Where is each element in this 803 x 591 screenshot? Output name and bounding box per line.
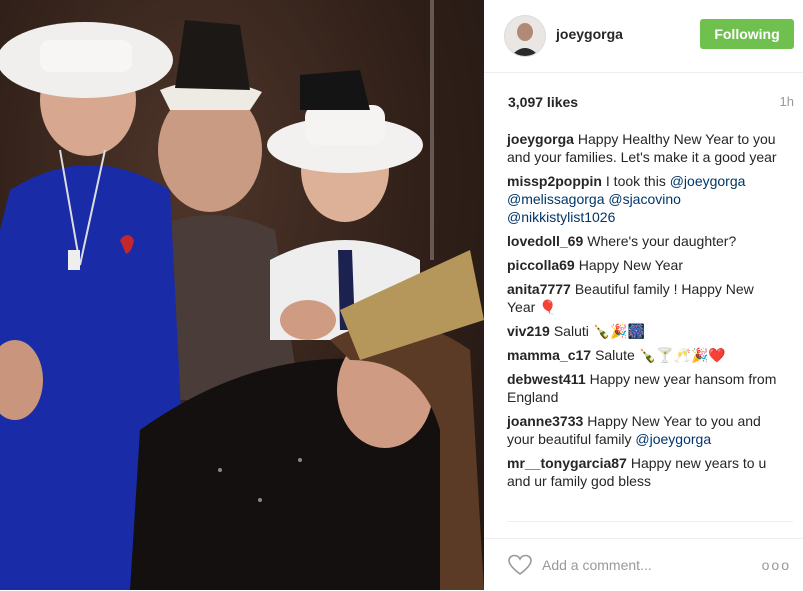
heart-icon-graphic: [508, 554, 532, 576]
comment-username[interactable]: viv219: [507, 323, 550, 339]
comment-item: mamma_c17 Salute 🍾🍸🥂🎉❤️: [507, 346, 779, 364]
post-sidebar: joeygorga Following 3,097 likes 1h joeyg…: [484, 0, 803, 590]
photo-illustration: [0, 0, 484, 590]
comment-username[interactable]: mamma_c17: [507, 347, 591, 363]
comment-username[interactable]: missp2poppin: [507, 173, 602, 189]
comment-username[interactable]: piccolla69: [507, 257, 575, 273]
comment-text: I took this: [605, 173, 670, 189]
avatar[interactable]: [504, 15, 546, 57]
comment-username[interactable]: anita7777: [507, 281, 571, 297]
more-options-icon[interactable]: ooo: [762, 557, 791, 573]
comment-item: joanne3733 Happy New Year to you and your…: [507, 412, 779, 448]
post-photo[interactable]: [0, 0, 484, 590]
comment-item: lovedoll_69 Where's your daughter?: [507, 232, 779, 250]
comment-item: missp2poppin I took this @joeygorga @meli…: [507, 172, 779, 226]
post-time[interactable]: 1h: [780, 94, 794, 109]
comment-text: Saluti 🍾🎉🎆: [553, 323, 646, 339]
comment-footer: Add a comment... ooo: [484, 538, 803, 591]
comment-list: joeygorga Happy Healthy New Year to you a…: [507, 130, 779, 496]
comment-username[interactable]: joanne3733: [507, 413, 583, 429]
comment-item: debwest411 Happy new year hansom from Eng…: [507, 370, 779, 406]
comment-username[interactable]: lovedoll_69: [507, 233, 583, 249]
comment-username[interactable]: joeygorga: [507, 131, 574, 147]
comment-item: joeygorga Happy Healthy New Year to you a…: [507, 130, 779, 166]
username-link[interactable]: joeygorga: [556, 26, 623, 42]
add-comment-input[interactable]: Add a comment...: [542, 557, 652, 573]
avatar-image: [505, 16, 545, 56]
heart-icon[interactable]: [508, 554, 532, 576]
comment-list-divider: [507, 521, 793, 530]
comment-item: anita7777 Beautiful family ! Happy New Ye…: [507, 280, 779, 316]
comment-text: Where's your daughter?: [587, 233, 737, 249]
comment-item: piccolla69 Happy New Year: [507, 256, 779, 274]
comment-username[interactable]: mr__tonygarcia87: [507, 455, 627, 471]
likes-count[interactable]: 3,097 likes: [508, 94, 578, 110]
comment-text: Happy New Year: [578, 257, 683, 273]
comment-item: mr__tonygarcia87 Happy new years to u and…: [507, 454, 779, 490]
comment-username[interactable]: debwest411: [507, 371, 586, 387]
following-button[interactable]: Following: [700, 19, 794, 49]
post-header: joeygorga Following: [484, 0, 803, 73]
comment-mentions[interactable]: @joeygorga: [635, 431, 711, 447]
comment-text: Salute 🍾🍸🥂🎉❤️: [595, 347, 726, 363]
comment-item: viv219 Saluti 🍾🎉🎆: [507, 322, 779, 340]
post-meta: 3,097 likes 1h: [508, 94, 794, 110]
